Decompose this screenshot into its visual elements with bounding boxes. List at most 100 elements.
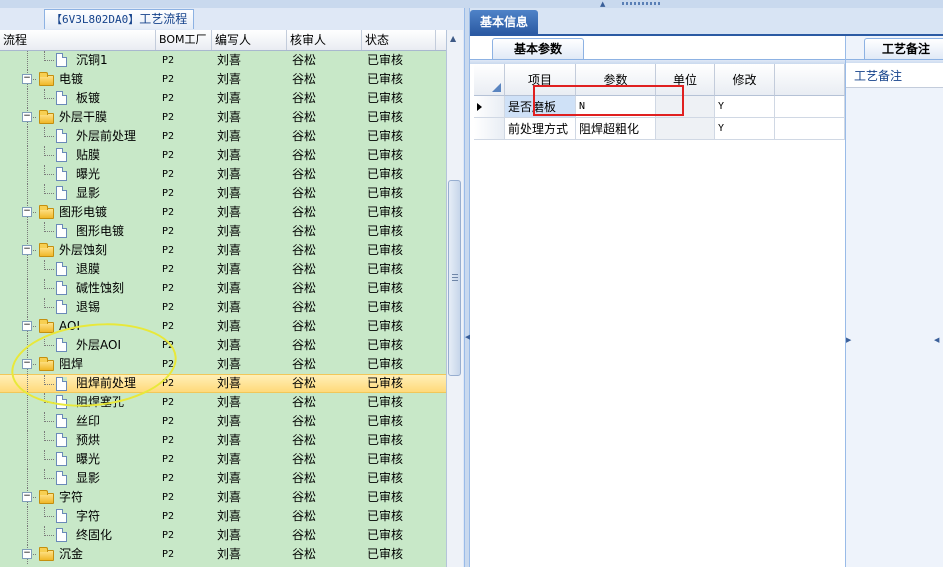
reviewer-cell: 谷松 bbox=[292, 376, 317, 390]
document-icon bbox=[56, 53, 67, 67]
tree-folder-row[interactable]: − 沉金 P2 刘喜 谷松 已审核 bbox=[0, 545, 446, 564]
grid-corner-icon[interactable] bbox=[474, 64, 505, 96]
reviewer-cell: 谷松 bbox=[292, 167, 317, 181]
collapse-toggle-icon[interactable]: − bbox=[22, 245, 32, 255]
tree-item-row[interactable]: 沉铜1 P2 刘喜 谷松 已审核 bbox=[0, 51, 446, 70]
tree-folder-row[interactable]: − 外层干膜 P2 刘喜 谷松 已审核 bbox=[0, 108, 446, 127]
folder-icon bbox=[39, 72, 54, 86]
author-cell: 刘喜 bbox=[217, 395, 242, 409]
author-cell: 刘喜 bbox=[217, 452, 242, 466]
param-modify-cell[interactable]: Y bbox=[715, 96, 775, 118]
tab-basic-info[interactable]: 基本信息 bbox=[470, 10, 538, 34]
scroll-up-arrow-icon[interactable]: ▲ bbox=[450, 34, 456, 43]
collapse-left-arrow-icon[interactable]: ▶ bbox=[846, 336, 851, 344]
document-icon bbox=[56, 300, 67, 314]
column-header-author[interactable]: 编写人 bbox=[212, 30, 287, 50]
column-header-reviewer[interactable]: 核审人 bbox=[287, 30, 362, 50]
column-header-status[interactable]: 状态 bbox=[362, 30, 436, 50]
collapse-right-arrow-icon[interactable]: ◀ bbox=[934, 336, 939, 344]
tree-item-row[interactable]: 显影 P2 刘喜 谷松 已审核 bbox=[0, 184, 446, 203]
scrollbar-thumb[interactable] bbox=[448, 180, 461, 376]
author-cell: 刘喜 bbox=[217, 376, 242, 390]
tree-item-row[interactable]: 显影 P2 刘喜 谷松 已审核 bbox=[0, 469, 446, 488]
bom-factory-cell: P2 bbox=[162, 302, 175, 313]
tree-item-label: 沉金 bbox=[59, 547, 84, 561]
collapse-up-arrow-icon[interactable]: ▲ bbox=[600, 0, 605, 8]
document-icon bbox=[56, 167, 67, 181]
collapse-toggle-icon[interactable]: − bbox=[22, 207, 32, 217]
tree-item-row[interactable]: 板镀 P2 刘喜 谷松 已审核 bbox=[0, 89, 446, 108]
tree-item-row[interactable]: 字符 P2 刘喜 谷松 已审核 bbox=[0, 507, 446, 526]
column-header-modify[interactable]: 修改 bbox=[715, 64, 775, 96]
tree-folder-row[interactable]: − 电镀 P2 刘喜 谷松 已审核 bbox=[0, 70, 446, 89]
bom-factory-cell: P2 bbox=[162, 226, 175, 237]
tree-item-row[interactable]: 贴膜 P2 刘喜 谷松 已审核 bbox=[0, 146, 446, 165]
collapse-toggle-icon[interactable]: − bbox=[22, 321, 32, 331]
collapse-toggle-icon[interactable]: − bbox=[22, 492, 32, 502]
tree-item-label: 曝光 bbox=[76, 167, 101, 181]
tree-item-row[interactable]: 曝光 P2 刘喜 谷松 已审核 bbox=[0, 450, 446, 469]
tree-item-label: 图形电镀 bbox=[59, 205, 108, 219]
tree-item-label: 图形电镀 bbox=[76, 224, 125, 238]
reviewer-cell: 谷松 bbox=[292, 91, 317, 105]
row-header[interactable] bbox=[474, 118, 505, 140]
tree-item-row[interactable]: 图形电镀 P2 刘喜 谷松 已审核 bbox=[0, 222, 446, 241]
collapse-toggle-icon[interactable]: − bbox=[22, 74, 32, 84]
tree-connector-line bbox=[27, 279, 28, 298]
reviewer-cell: 谷松 bbox=[292, 395, 317, 409]
author-cell: 刘喜 bbox=[217, 72, 242, 86]
tree-item-row[interactable]: 丝印 P2 刘喜 谷松 已审核 bbox=[0, 412, 446, 431]
tree-item-label: 碱性蚀刻 bbox=[76, 281, 125, 295]
status-cell: 已审核 bbox=[367, 528, 404, 542]
tree-item-row[interactable]: 终固化 P2 刘喜 谷松 已审核 bbox=[0, 526, 446, 545]
column-header-flow[interactable]: 流程 bbox=[0, 30, 156, 50]
tree-item-row[interactable]: 退锡 P2 刘喜 谷松 已审核 bbox=[0, 298, 446, 317]
row-header[interactable] bbox=[474, 96, 505, 118]
author-cell: 刘喜 bbox=[217, 167, 242, 181]
reviewer-cell: 谷松 bbox=[292, 186, 317, 200]
bom-factory-cell: P2 bbox=[162, 264, 175, 275]
tree-vertical-scrollbar[interactable]: ▲ bbox=[446, 30, 463, 567]
status-cell: 已审核 bbox=[367, 471, 404, 485]
bom-factory-cell: P2 bbox=[162, 131, 175, 142]
splitter-grip-icon[interactable] bbox=[622, 2, 662, 5]
notes-label: 工艺备注 bbox=[854, 69, 903, 83]
tree-item-row[interactable]: 曝光 P2 刘喜 谷松 已审核 bbox=[0, 165, 446, 184]
tree-item-row[interactable]: 碱性蚀刻 P2 刘喜 谷松 已审核 bbox=[0, 279, 446, 298]
column-header-bom[interactable]: BOM工厂 bbox=[156, 30, 212, 50]
tree-connector-line bbox=[45, 516, 54, 517]
param-modify-cell[interactable]: Y bbox=[715, 118, 775, 140]
tab-basic-params[interactable]: 基本参数 bbox=[492, 38, 584, 60]
param-value-cell[interactable]: 阻焊超粗化 bbox=[576, 118, 656, 140]
folder-icon bbox=[39, 319, 54, 333]
author-cell: 刘喜 bbox=[217, 262, 242, 276]
status-cell: 已审核 bbox=[367, 72, 404, 86]
bom-factory-cell: P2 bbox=[162, 454, 175, 465]
tree-item-row[interactable]: 退膜 P2 刘喜 谷松 已审核 bbox=[0, 260, 446, 279]
tree-item-row[interactable]: 外层前处理 P2 刘喜 谷松 已审核 bbox=[0, 127, 446, 146]
tree-connector-line bbox=[45, 155, 54, 156]
collapse-toggle-icon[interactable]: − bbox=[22, 112, 32, 122]
tree-folder-row[interactable]: − 字符 P2 刘喜 谷松 已审核 bbox=[0, 488, 446, 507]
tree-folder-row[interactable]: − 图形电镀 P2 刘喜 谷松 已审核 bbox=[0, 203, 446, 222]
tab-process-notes[interactable]: 工艺备注 bbox=[864, 38, 943, 60]
process-flow-title-tab[interactable]: 【6V3L802DA0】工艺流程 bbox=[44, 9, 195, 29]
param-unit-cell[interactable] bbox=[656, 118, 715, 140]
status-cell: 已审核 bbox=[367, 281, 404, 295]
tree-grid-header: 流程 BOM工厂 编写人 核审人 状态 bbox=[0, 30, 446, 51]
params-row[interactable]: 前处理方式 阻焊超粗化 Y bbox=[474, 118, 845, 140]
tree-connector-line bbox=[27, 526, 28, 545]
bom-factory-cell: P2 bbox=[162, 93, 175, 104]
tree-connector-line bbox=[45, 269, 54, 270]
bom-factory-cell: P2 bbox=[162, 245, 175, 256]
tree-connector-line bbox=[27, 393, 28, 412]
reviewer-cell: 谷松 bbox=[292, 205, 317, 219]
part-number: 【6V3L802DA0】 bbox=[51, 13, 140, 26]
author-cell: 刘喜 bbox=[217, 224, 242, 238]
status-cell: 已审核 bbox=[367, 509, 404, 523]
tree-folder-row[interactable]: − 外层蚀刻 P2 刘喜 谷松 已审核 bbox=[0, 241, 446, 260]
tree-item-row[interactable]: 预烘 P2 刘喜 谷松 已审核 bbox=[0, 431, 446, 450]
collapse-toggle-icon[interactable]: − bbox=[22, 549, 32, 559]
param-item-cell[interactable]: 前处理方式 bbox=[505, 118, 576, 140]
reviewer-cell: 谷松 bbox=[292, 262, 317, 276]
